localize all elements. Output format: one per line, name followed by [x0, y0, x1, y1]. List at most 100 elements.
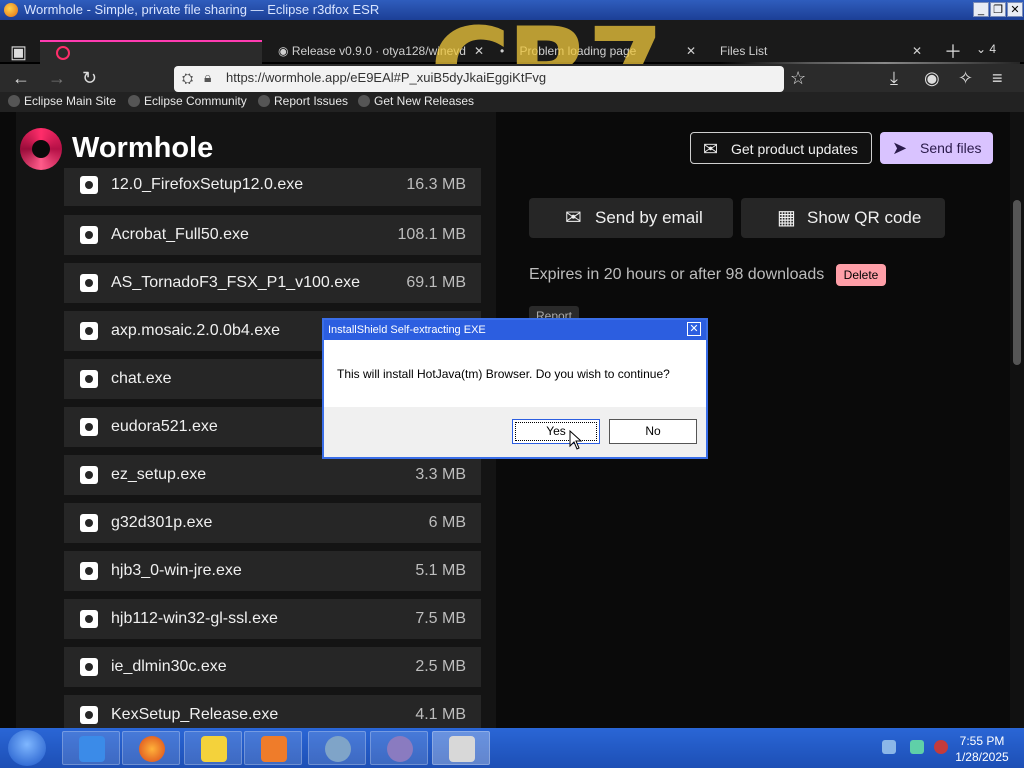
close-tab-icon[interactable]: ✕: [912, 38, 922, 64]
file-icon: [80, 418, 98, 436]
dialog-close-icon[interactable]: ✕: [687, 322, 701, 336]
file-size: 108.1 MB: [397, 226, 466, 243]
extensions-icon[interactable]: ✧: [958, 68, 973, 88]
file-name: hjb3_0-win-jre.exe: [111, 562, 242, 579]
file-icon: [80, 322, 98, 340]
tab-count: 4: [989, 42, 997, 56]
file-row[interactable]: KexSetup_Release.exe 4.1 MB: [64, 695, 481, 728]
folder-icon: [79, 736, 105, 762]
scrollbar-thumb[interactable]: [1013, 200, 1021, 365]
package-icon: [261, 736, 287, 762]
site-info-icon[interactable]: ⛭: [182, 70, 193, 87]
taskbar-app-disk[interactable]: [308, 731, 366, 765]
file-size: 16.3 MB: [406, 176, 466, 193]
mouse-cursor-icon: [569, 430, 583, 450]
lock-icon[interactable]: 🔒︎: [204, 69, 211, 86]
file-icon: [80, 610, 98, 628]
dialog-title-bar[interactable]: InstallShield Self-extracting EXE: [324, 320, 706, 340]
file-row[interactable]: ie_dlmin30c.exe 2.5 MB: [64, 647, 481, 687]
file-name: eudora521.exe: [111, 418, 218, 435]
file-row[interactable]: ez_setup.exe 3.3 MB: [64, 455, 481, 495]
taskbar-app-orange[interactable]: [244, 731, 302, 765]
github-icon: [258, 95, 270, 107]
window-title: Wormhole - Simple, private file sharing …: [24, 2, 380, 17]
tray-show-hidden-icon[interactable]: [882, 740, 896, 754]
url-text[interactable]: https://wormhole.app/eE9EAl#P_xuiB5dyJka…: [226, 70, 546, 85]
firefox-icon: [139, 736, 165, 762]
taskbar-app-purple[interactable]: [370, 731, 428, 765]
delete-button[interactable]: Delete: [836, 264, 886, 286]
bookmark-eclipse-main[interactable]: Eclipse Main Site: [8, 94, 116, 108]
file-name: hjb112-win32-gl-ssl.exe: [111, 610, 278, 627]
show-qr-code-button[interactable]: ▦ Show QR code: [741, 198, 945, 238]
file-icon: [80, 466, 98, 484]
minimize-button[interactable]: _: [973, 2, 989, 17]
file-row[interactable]: 12.0_FirefoxSetup12.0.exe 16.3 MB: [64, 168, 481, 206]
eclipse-icon: [8, 95, 20, 107]
new-tab-icon[interactable]: ＋: [944, 42, 962, 62]
file-icon: [80, 706, 98, 724]
taskbar-installer[interactable]: [432, 731, 490, 765]
bookmark-eclipse-community[interactable]: Eclipse Community: [128, 94, 247, 108]
taskbar-firefox[interactable]: [122, 731, 180, 765]
file-name: chat.exe: [111, 370, 172, 387]
file-icon: [80, 226, 98, 244]
reload-icon[interactable]: ↻: [82, 68, 97, 88]
start-button[interactable]: [8, 730, 46, 766]
tab-overview-icon[interactable]: ▣: [10, 42, 27, 62]
file-name: ez_setup.exe: [111, 466, 207, 483]
file-size: 6 MB: [428, 514, 466, 531]
help-icon: [201, 736, 227, 762]
bookmark-label: Eclipse Community: [144, 94, 247, 108]
yes-button[interactable]: Yes: [512, 419, 600, 444]
tab-files-list[interactable]: Files List ✕: [720, 38, 926, 64]
tab-active[interactable]: [40, 40, 262, 66]
menu-icon[interactable]: ≡: [992, 68, 1003, 88]
app-icon: [387, 736, 413, 762]
no-button[interactable]: No: [609, 419, 697, 444]
send-icon: ➤: [892, 138, 908, 158]
maximize-button[interactable]: ❐: [990, 2, 1006, 17]
file-size: 3.3 MB: [415, 466, 466, 483]
bookmark-report-issues[interactable]: Report Issues: [258, 94, 348, 108]
button-label: Send files: [920, 140, 982, 156]
dialog-title: InstallShield Self-extracting EXE: [328, 324, 486, 336]
forward-icon[interactable]: →: [48, 68, 66, 88]
account-icon[interactable]: ◉: [924, 68, 940, 88]
expiry-text: Expires in 20 hours or after 98 download…: [529, 266, 825, 283]
taskbar-help[interactable]: [184, 731, 242, 765]
brand-name[interactable]: Wormhole: [72, 132, 213, 165]
file-icon: [80, 562, 98, 580]
file-row[interactable]: Acrobat_Full50.exe 108.1 MB: [64, 215, 481, 255]
file-row[interactable]: hjb3_0-win-jre.exe 5.1 MB: [64, 551, 481, 591]
file-row[interactable]: AS_TornadoF3_FSX_P1_v100.exe 69.1 MB: [64, 263, 481, 303]
bookmark-label: Eclipse Main Site: [24, 94, 117, 108]
close-window-button[interactable]: ✕: [1007, 2, 1023, 17]
file-row[interactable]: hjb112-win32-gl-ssl.exe 7.5 MB: [64, 599, 481, 639]
tab-list-button[interactable]: ⌄ 4: [976, 42, 996, 56]
file-name: g32d301p.exe: [111, 514, 213, 531]
file-icon: [80, 176, 98, 194]
get-product-updates-button[interactable]: ✉ Get product updates: [690, 132, 872, 164]
wormhole-tab-icon: [56, 46, 70, 60]
bookmark-star-icon[interactable]: ☆: [790, 68, 806, 88]
button-label: Get product updates: [731, 141, 858, 157]
send-files-button[interactable]: ➤ Send files: [880, 132, 993, 164]
file-icon: [80, 274, 98, 292]
send-by-email-button[interactable]: ✉ Send by email: [529, 198, 733, 238]
taskbar-clock[interactable]: 7:55 PM 1/28/2025: [944, 733, 1020, 765]
downloads-icon[interactable]: ⤓: [890, 68, 898, 88]
back-icon[interactable]: ←: [12, 68, 30, 88]
eclipse-icon: [128, 95, 140, 107]
file-size: 69.1 MB: [406, 274, 466, 291]
file-size: 4.1 MB: [415, 706, 466, 723]
bookmark-new-releases[interactable]: Get New Releases: [358, 94, 474, 108]
taskbar-explorer[interactable]: [62, 731, 120, 765]
clock-date: 1/28/2025: [955, 750, 1009, 764]
mail-icon: ✉: [565, 207, 582, 229]
file-row[interactable]: g32d301p.exe 6 MB: [64, 503, 481, 543]
bookmark-label: Get New Releases: [374, 94, 475, 108]
file-size: 7.5 MB: [415, 610, 466, 627]
dialog-message: This will install HotJava(tm) Browser. D…: [337, 367, 670, 381]
tray-network-icon[interactable]: [910, 740, 924, 754]
